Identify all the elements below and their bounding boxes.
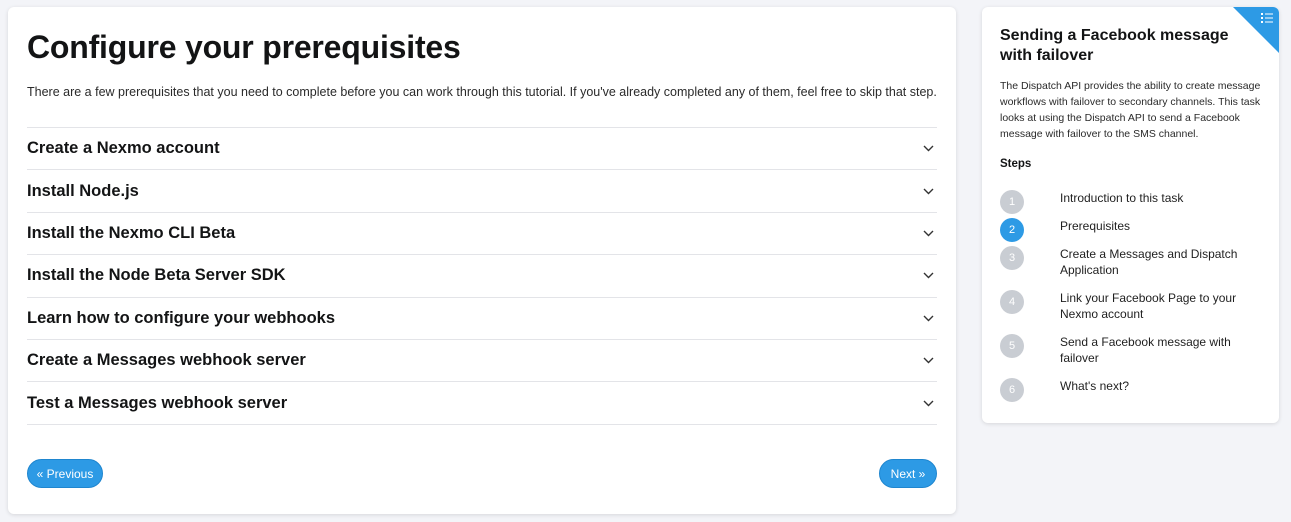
previous-button[interactable]: « Previous <box>27 459 103 488</box>
accordion-item-install-nodejs[interactable]: Install Node.js <box>27 170 937 213</box>
intro-text: There are a few prerequisites that you n… <box>27 85 937 99</box>
main-content-card: Configure your prerequisites There are a… <box>8 7 956 514</box>
next-button[interactable]: Next » <box>879 459 937 488</box>
prerequisites-accordion: Create a Nexmo account Install Node.js I… <box>27 127 937 425</box>
step-label: Link your Facebook Page to your Nexmo ac… <box>1060 291 1237 321</box>
task-sidebar-card: Sending a Facebook message with failover… <box>982 7 1279 423</box>
step-number-badge: 5 <box>1000 334 1024 358</box>
accordion-item-create-nexmo-account[interactable]: Create a Nexmo account <box>27 128 937 171</box>
step-label: What's next? <box>1060 379 1129 393</box>
accordion-item-create-webhook-server[interactable]: Create a Messages webhook server <box>27 340 937 383</box>
step-label: Create a Messages and Dispatch Applicati… <box>1060 247 1238 277</box>
step-number-badge: 1 <box>1000 190 1024 214</box>
step-number-badge: 2 <box>1000 218 1024 242</box>
accordion-item-label: Create a Messages webhook server <box>27 351 306 370</box>
step-label: Prerequisites <box>1060 219 1131 233</box>
sidebar-title: Sending a Facebook message with failover <box>1000 27 1229 64</box>
chevron-down-icon <box>921 226 935 240</box>
chevron-down-icon <box>921 142 935 156</box>
step-label: Introduction to this task <box>1060 191 1184 205</box>
chevron-down-icon <box>921 311 935 325</box>
page-title: Configure your prerequisites <box>27 29 461 65</box>
step-label: Send a Facebook message with failover <box>1060 335 1231 365</box>
accordion-item-label: Install the Nexmo CLI Beta <box>27 223 236 242</box>
sidebar-description: The Dispatch API provides the ability to… <box>1000 80 1261 140</box>
accordion-item-install-node-sdk[interactable]: Install the Node Beta Server SDK <box>27 255 937 298</box>
accordion-item-label: Learn how to configure your webhooks <box>27 308 336 327</box>
chevron-down-icon <box>921 354 935 368</box>
chevron-down-icon <box>921 269 935 283</box>
list-icon[interactable] <box>1260 11 1274 25</box>
step-number-badge: 4 <box>1000 290 1024 314</box>
accordion-item-install-nexmo-cli[interactable]: Install the Nexmo CLI Beta <box>27 213 937 256</box>
accordion-item-test-webhook-server[interactable]: Test a Messages webhook server <box>27 382 937 425</box>
accordion-item-label: Test a Messages webhook server <box>27 393 288 412</box>
chevron-down-icon <box>921 396 935 410</box>
chevron-down-icon <box>921 184 935 198</box>
accordion-item-label: Install Node.js <box>27 181 139 200</box>
accordion-item-configure-webhooks[interactable]: Learn how to configure your webhooks <box>27 298 937 340</box>
steps-heading: Steps <box>1000 158 1032 170</box>
accordion-item-label: Create a Nexmo account <box>27 139 220 158</box>
step-number-badge: 3 <box>1000 246 1024 270</box>
step-number-badge: 6 <box>1000 378 1024 402</box>
accordion-item-label: Install the Node Beta Server SDK <box>27 266 286 285</box>
